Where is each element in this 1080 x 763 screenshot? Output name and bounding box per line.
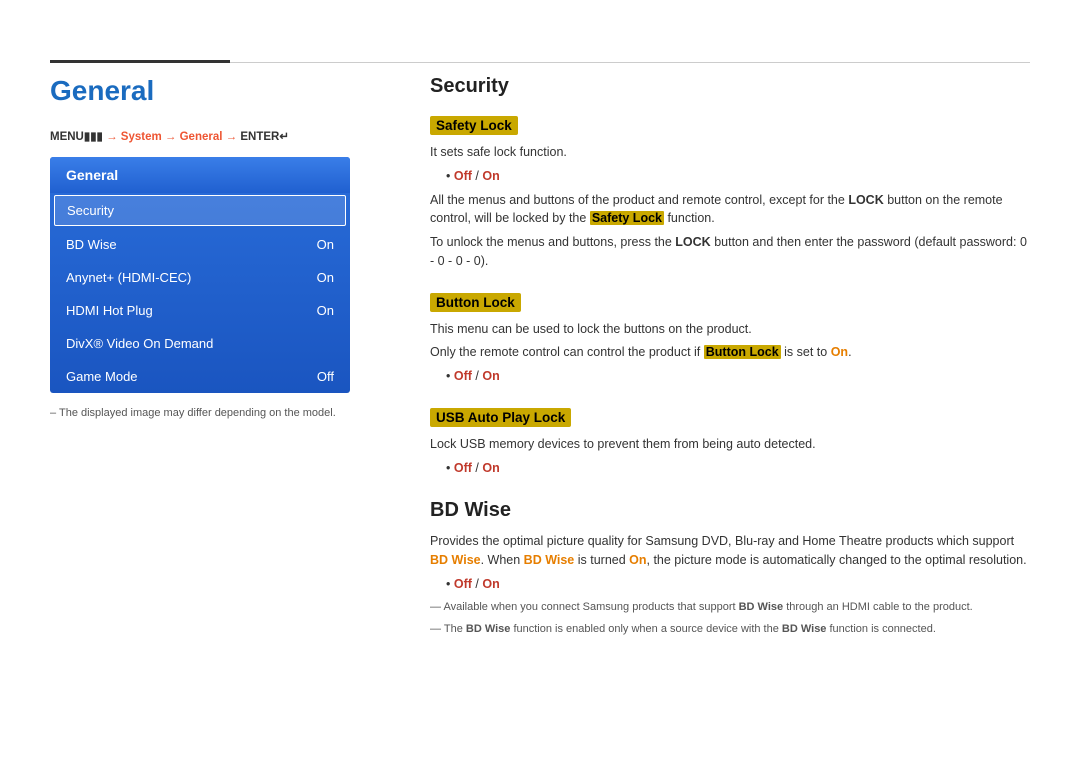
sidebar-item-bdwise-value: On <box>317 237 334 252</box>
lock-bold2: LOCK <box>675 235 710 249</box>
bd-wise-off: Off <box>454 577 472 591</box>
sidebar-item-anynet[interactable]: Anynet+ (HDMI-CEC) On <box>50 261 350 294</box>
bd-wise-on: On <box>629 553 646 567</box>
top-divider-thin <box>230 62 1030 63</box>
sidebar-item-game-mode-label: Game Mode <box>66 369 138 384</box>
button-lock-on: On <box>831 345 848 359</box>
breadcrumb-arrow1: → <box>106 131 121 143</box>
page-title: General <box>50 75 360 107</box>
bd-wise-note2: The BD Wise function is enabled only whe… <box>430 621 1030 639</box>
safety-lock-highlight: Safety Lock <box>590 211 664 225</box>
button-lock-desc1: This menu can be used to lock the button… <box>430 320 1030 339</box>
usb-auto-play-bullet: Off / On <box>446 459 1030 478</box>
bd-wise-desc: Provides the optimal picture quality for… <box>430 532 1030 570</box>
sidebar-item-bdwise-label: BD Wise <box>66 237 117 252</box>
bd-wise-note2-bold: BD Wise <box>466 623 511 635</box>
safety-lock-on: On <box>482 169 499 183</box>
breadcrumb: MENU▮▮▮ → System → General → ENTER↵ <box>50 129 360 143</box>
bd-wise-title: BD Wise <box>430 499 1030 522</box>
top-divider-thick <box>50 60 230 63</box>
usb-auto-play-title: USB Auto Play Lock <box>430 408 571 427</box>
sidebar-item-anynet-label: Anynet+ (HDMI-CEC) <box>66 270 191 285</box>
breadcrumb-enter: ENTER <box>240 131 279 143</box>
subsection-bd-wise: BD Wise Provides the optimal picture qua… <box>430 499 1030 638</box>
bd-wise-note1-bold: BD Wise <box>739 601 784 613</box>
sidebar-item-hdmi-label: HDMI Hot Plug <box>66 303 153 318</box>
bd-wise-note2-bold2: BD Wise <box>782 623 827 635</box>
subsection-usb-auto-play: USB Auto Play Lock Lock USB memory devic… <box>430 408 1030 478</box>
safety-lock-desc1: It sets safe lock function. <box>430 143 1030 162</box>
button-lock-desc2: Only the remote control can control the … <box>430 343 1030 362</box>
button-lock-separator: / <box>472 369 482 383</box>
sidebar-item-divx[interactable]: DivX® Video On Demand <box>50 327 350 360</box>
button-lock-bullet: Off / On <box>446 367 1030 386</box>
right-panel: Security Safety Lock It sets safe lock f… <box>430 75 1030 661</box>
bd-wise-bold1: BD Wise <box>430 553 481 567</box>
usb-auto-play-desc: Lock USB memory devices to prevent them … <box>430 435 1030 454</box>
safety-lock-desc2: All the menus and buttons of the product… <box>430 191 1030 229</box>
breadcrumb-arrow2: → <box>165 131 180 143</box>
sidebar-header: General <box>50 157 350 193</box>
breadcrumb-general: General <box>180 131 223 143</box>
section-title-security: Security <box>430 75 1030 98</box>
button-lock-highlight: Button Lock <box>704 345 781 359</box>
breadcrumb-menu: MENU <box>50 131 84 143</box>
sidebar-note: The displayed image may differ depending… <box>50 407 360 419</box>
lock-bold: LOCK <box>848 193 883 207</box>
subsection-button-lock: Button Lock This menu can be used to loc… <box>430 293 1030 386</box>
sidebar-item-hdmi-value: On <box>317 303 334 318</box>
sidebar-item-security[interactable]: Security <box>54 195 346 226</box>
button-lock-title: Button Lock <box>430 293 521 312</box>
button-lock-on-val: On <box>482 369 499 383</box>
breadcrumb-system: System <box>121 131 162 143</box>
safety-lock-title: Safety Lock <box>430 116 518 135</box>
sidebar-item-game-mode-value: Off <box>317 369 334 384</box>
bd-wise-note1: Available when you connect Samsung produ… <box>430 599 1030 617</box>
button-lock-off: Off <box>454 369 472 383</box>
sidebar-item-bdwise[interactable]: BD Wise On <box>50 228 350 261</box>
subsection-safety-lock: Safety Lock It sets safe lock function. … <box>430 116 1030 271</box>
sidebar-menu: General Security BD Wise On Anynet+ (HDM… <box>50 157 350 393</box>
breadcrumb-enter-icon: ↵ <box>279 131 289 143</box>
safety-lock-separator: / <box>472 169 482 183</box>
bd-wise-bold2: BD Wise <box>524 553 575 567</box>
sidebar-item-hdmi-hot-plug[interactable]: HDMI Hot Plug On <box>50 294 350 327</box>
sidebar-item-game-mode[interactable]: Game Mode Off <box>50 360 350 393</box>
safety-lock-off: Off <box>454 169 472 183</box>
sidebar-item-security-label: Security <box>67 203 114 218</box>
safety-lock-desc3: To unlock the menus and buttons, press t… <box>430 233 1030 271</box>
bd-wise-on-val: On <box>482 577 499 591</box>
safety-lock-bullet: Off / On <box>446 167 1030 186</box>
left-panel: General MENU▮▮▮ → System → General → ENT… <box>50 75 360 419</box>
sidebar-item-divx-label: DivX® Video On Demand <box>66 336 213 351</box>
usb-auto-sep: / <box>472 461 482 475</box>
usb-auto-on: On <box>482 461 499 475</box>
breadcrumb-menu-icon: ▮▮▮ <box>84 131 103 143</box>
usb-auto-off: Off <box>454 461 472 475</box>
breadcrumb-arrow3: → <box>226 131 241 143</box>
bd-wise-sep: / <box>472 577 482 591</box>
sidebar-item-anynet-value: On <box>317 270 334 285</box>
bd-wise-bullet: Off / On <box>446 575 1030 594</box>
